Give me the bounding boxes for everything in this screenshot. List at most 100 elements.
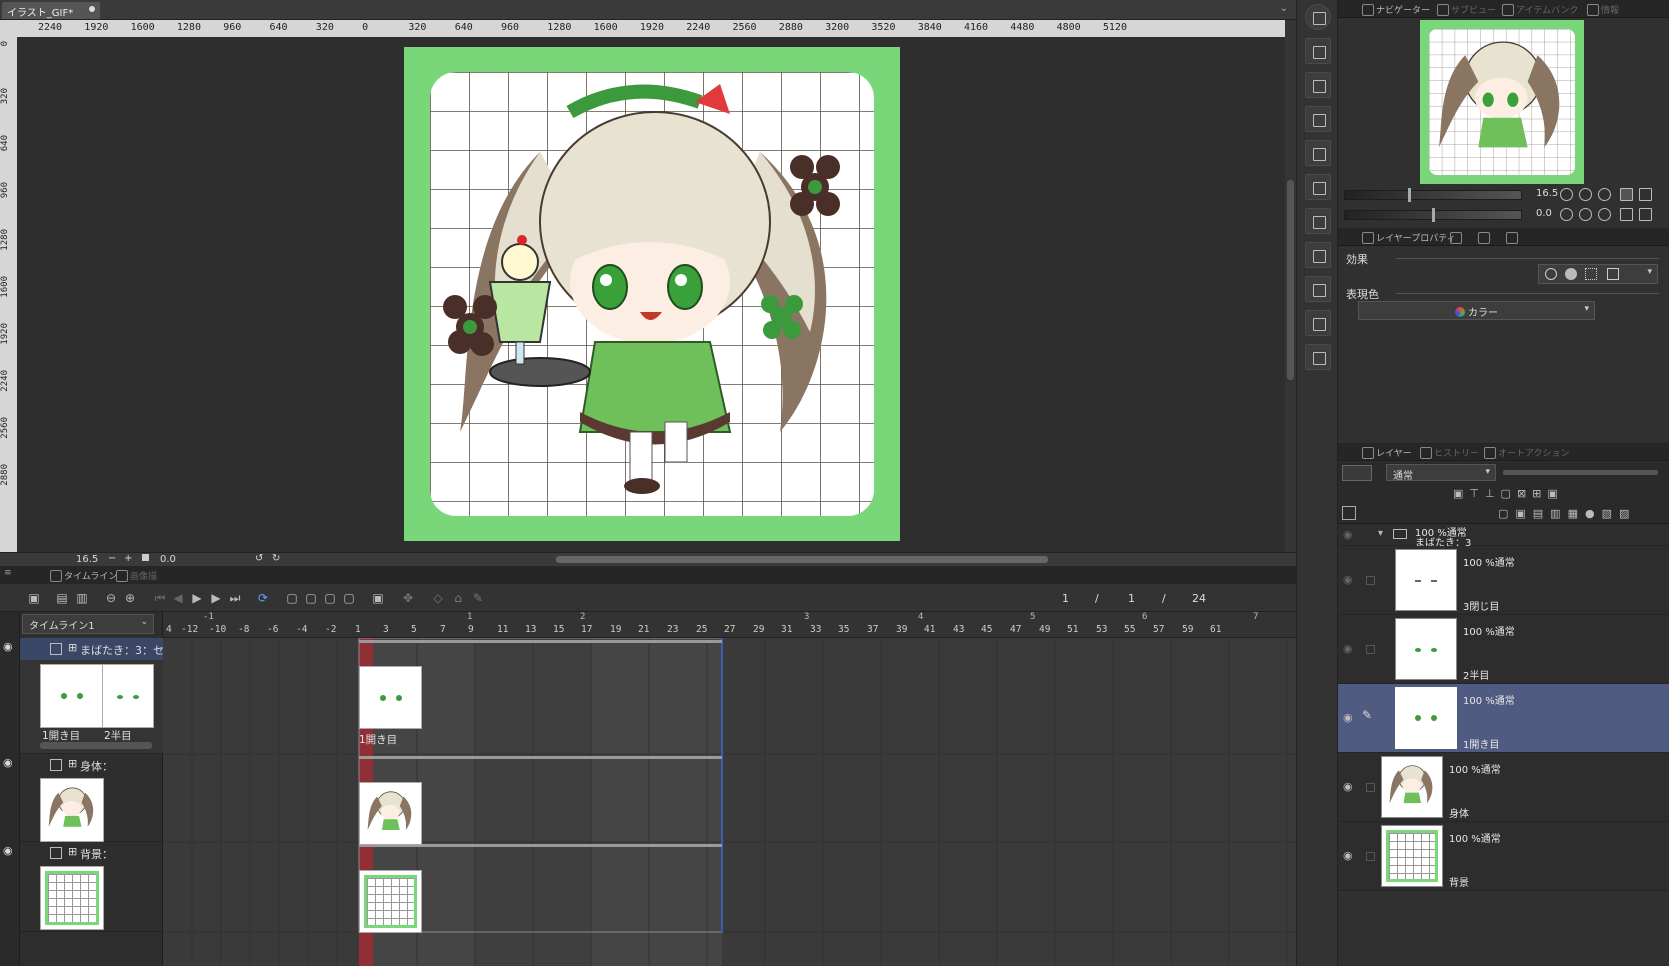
layer-lock-checkbox[interactable] <box>1366 645 1375 654</box>
camera-icon[interactable]: ✥ <box>400 590 416 606</box>
eye-icon[interactable]: ◉ <box>3 844 13 857</box>
flip-vertical-icon[interactable] <box>1639 208 1652 221</box>
new-cel-icon[interactable]: ▢ <box>284 590 300 606</box>
rotate-right-icon[interactable]: ↻ <box>272 553 280 564</box>
search-icon[interactable] <box>1305 4 1331 30</box>
timeline-select[interactable]: タイムライン1 ⌄ <box>22 614 154 634</box>
tool-button-7[interactable] <box>1305 242 1331 268</box>
blend-mode-select[interactable]: 通常 ▾ <box>1386 464 1496 482</box>
zoom-out-icon[interactable] <box>1560 188 1573 201</box>
layer-row[interactable]: ◉ 100 %通常 2半目 <box>1338 615 1669 684</box>
canvas-zoom-value[interactable]: 16.5 <box>76 554 98 565</box>
tab-layers[interactable]: レイヤー <box>1358 445 1416 460</box>
fit-icon[interactable] <box>1620 188 1633 201</box>
close-tab-icon[interactable] <box>89 6 95 12</box>
cel-list-scrollbar[interactable] <box>40 742 152 749</box>
tab-timeline[interactable]: タイムライン <box>46 568 121 583</box>
last-frame-icon[interactable]: ⏭ <box>227 590 243 606</box>
tab-info[interactable]: 情報 <box>1583 2 1623 17</box>
tab-menu-chevron-icon[interactable]: ⌄ <box>1280 3 1288 14</box>
eye-icon[interactable]: ◉ <box>1343 573 1353 586</box>
border-effect-icon[interactable] <box>1545 268 1557 280</box>
track-header-blink[interactable]: ⊞ まばたき：3：セル 1開き目 2半目 <box>20 638 175 754</box>
tab-property-3[interactable] <box>1474 230 1496 245</box>
artboard[interactable] <box>404 47 900 541</box>
opacity-slider[interactable] <box>1503 470 1658 475</box>
canvas-horizontal-scrollbar[interactable] <box>556 556 1048 563</box>
tab-animation-cels[interactable]: 画像描 <box>112 568 161 583</box>
tool-button-2[interactable] <box>1305 72 1331 98</box>
tool-button-8[interactable] <box>1305 276 1331 302</box>
layer-row-selected[interactable]: ◉ ✎ 100 %通常 1開き目 <box>1338 684 1669 753</box>
tool-button-6[interactable] <box>1305 208 1331 234</box>
layer-lock-checkbox[interactable] <box>1366 576 1375 585</box>
eye-icon[interactable]: ◉ <box>3 756 13 769</box>
tool-button-9[interactable] <box>1305 310 1331 336</box>
eye-icon[interactable]: ◉ <box>1343 642 1353 655</box>
timeline-edit-icon[interactable]: ▥ <box>74 590 90 606</box>
frame-cel[interactable] <box>359 666 422 729</box>
rotate-left-icon[interactable] <box>1560 208 1573 221</box>
layer-color-dropdown[interactable] <box>1342 465 1372 481</box>
tool-button-4[interactable] <box>1305 140 1331 166</box>
navigator-zoom-slider[interactable]: 16.5 <box>1344 186 1659 204</box>
tool-button-1[interactable] <box>1305 38 1331 64</box>
zoom-in-icon[interactable] <box>1579 188 1592 201</box>
navigator-rotation-slider[interactable]: 0.0 <box>1344 206 1659 224</box>
loop-icon[interactable]: ⟳ <box>255 590 271 606</box>
canvas-viewport[interactable] <box>17 37 1292 552</box>
frame-cel[interactable] <box>359 870 422 933</box>
expand-icon[interactable]: ⊞ <box>68 641 77 654</box>
delete-cel-icon[interactable]: ▢ <box>322 590 338 606</box>
tab-subview[interactable]: サブビュー <box>1433 2 1500 17</box>
frame-cel[interactable] <box>359 782 422 845</box>
layer-row[interactable]: ◉ 100 %通常 3閉じ目 <box>1338 546 1669 615</box>
flip-horizontal-icon[interactable] <box>1620 208 1633 221</box>
keyframe-edit-icon[interactable]: ⌂ <box>450 590 466 606</box>
tab-navigator[interactable]: ナビゲーター <box>1358 2 1434 17</box>
chevron-down-icon[interactable]: ▾ <box>1647 267 1652 277</box>
new-layer-icons[interactable]: ▢▣▤▥▦●▧▨ <box>1498 507 1636 520</box>
rotate-left-icon[interactable]: ↺ <box>255 553 263 564</box>
download-icon[interactable] <box>1305 106 1331 132</box>
pen-icon[interactable]: ✎ <box>470 590 486 606</box>
layer-lock-checkbox[interactable] <box>1366 783 1375 792</box>
prev-frame-icon[interactable]: ◀ <box>170 590 186 606</box>
cel-thumbnail[interactable] <box>102 664 154 728</box>
effect-buttons[interactable]: ▾ <box>1538 264 1658 284</box>
zoom-out-icon[interactable]: ⊖ <box>103 590 119 606</box>
tab-item-bank[interactable]: アイテムバンク <box>1498 2 1583 17</box>
layer-panel-menu-icon[interactable] <box>1342 506 1356 520</box>
tab-property-4[interactable] <box>1502 230 1524 245</box>
actual-size-icon[interactable] <box>1598 188 1611 201</box>
tab-layer-property[interactable]: レイヤープロパティ <box>1358 230 1460 245</box>
fit-view-icon[interactable] <box>142 554 149 561</box>
layer-lock-checkbox[interactable] <box>1366 852 1375 861</box>
reset-rotation-icon[interactable] <box>1598 208 1611 221</box>
tab-history[interactable]: ヒストリー <box>1416 445 1483 460</box>
expression-color-select[interactable]: カラー ▾ <box>1358 301 1595 320</box>
navigator-preview[interactable] <box>1420 20 1584 184</box>
first-frame-icon[interactable]: ⏮ <box>152 590 168 606</box>
specify-cel-icon[interactable]: ▢ <box>303 590 319 606</box>
eye-icon[interactable]: ◉ <box>1343 711 1353 724</box>
next-frame-icon[interactable]: ▶ <box>208 590 224 606</box>
layer-toolbar-icons[interactable]: ▣⊤⊥▢⊠⊞▣ <box>1453 487 1564 500</box>
cel-thumbnail[interactable] <box>40 664 104 728</box>
chevron-down-icon[interactable]: ▾ <box>1378 528 1383 539</box>
document-tab[interactable]: イラスト_GIF* <box>2 2 100 19</box>
keyframe-add-icon[interactable]: ◇ <box>430 590 446 606</box>
frame-ruler[interactable]: 4 -12 -10 -8 -6 -4 -2 1 3 5 7 9 11 13 15 17 19 21 23 25 27 29… <box>163 612 1296 638</box>
zoom-in-icon[interactable]: + <box>124 553 132 564</box>
layer-folder-row[interactable]: ◉ ▾ 100 %通常 まばたき：3 <box>1338 524 1669 549</box>
play-icon[interactable]: ▶ <box>189 590 205 606</box>
tool-button-5[interactable] <box>1305 174 1331 200</box>
fit-window-icon[interactable] <box>1639 188 1652 201</box>
onion-skin-icon[interactable]: ▣ <box>370 590 386 606</box>
track-header-background[interactable]: ⊞ 背景： <box>20 842 163 932</box>
rotate-right-icon[interactable] <box>1579 208 1592 221</box>
expand-icon[interactable]: ⊞ <box>68 845 77 858</box>
keyframe-icon[interactable]: ▢ <box>341 590 357 606</box>
expand-icon[interactable]: ⊞ <box>68 757 77 770</box>
timeline-frame-grid[interactable]: 4 -12 -10 -8 -6 -4 -2 1 3 5 7 9 11 13 15 17 19 21 23 25 27 29… <box>163 612 1296 966</box>
